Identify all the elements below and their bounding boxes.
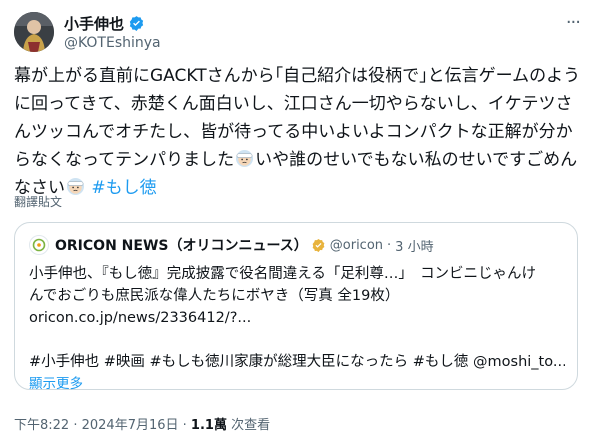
quoted-tweet-card[interactable]: ORICON NEWS（オリコンニュース） @oricon · 3 小時 小手伸… bbox=[14, 222, 578, 392]
translate-post-link[interactable]: 翻譯貼文 bbox=[14, 193, 62, 210]
quoted-timestamp[interactable]: 3 小時 bbox=[395, 236, 433, 255]
show-more-link[interactable]: 顯示更多 bbox=[29, 373, 565, 395]
more-options-button[interactable]: ··· bbox=[566, 14, 581, 32]
footer-separator: · bbox=[178, 418, 191, 433]
tweet-footer: 下午8:22 · 2024年7月16日 · 1.1萬 次查看 bbox=[14, 414, 270, 433]
quoted-tweet-header: ORICON NEWS（オリコンニュース） @oricon · 3 小時 bbox=[29, 235, 434, 255]
quoted-author-handle[interactable]: @oricon bbox=[330, 238, 383, 253]
quoted-hashtags-line: #小手伸也 #映画 #もしも徳川家康が総理大臣になったら #もし徳 @moshi… bbox=[29, 354, 565, 370]
quoted-tweet-text: 小手伸也、『もし徳』完成披露で役名間違える「足利尊…」 コンビニじゃんけ んでお… bbox=[29, 263, 565, 395]
quoted-text-line: 小手伸也、『もし徳』完成披露で役名間違える「足利尊…」 コンビニじゃんけ bbox=[29, 266, 537, 282]
hashtag-link[interactable]: #もし徳 bbox=[91, 178, 156, 198]
author-name-row[interactable]: 小手伸也 bbox=[64, 13, 145, 34]
oricon-logo-icon bbox=[32, 238, 46, 252]
oricon-avatar bbox=[29, 235, 49, 255]
quoted-text-line: んでおごりも庶民派な偉人たちにボヤき（写真 全19枚） bbox=[29, 288, 400, 304]
quoted-text-spacer bbox=[29, 329, 565, 351]
views-label: 次查看 bbox=[226, 418, 271, 433]
tweet-date[interactable]: 2024年7月16日 bbox=[82, 418, 179, 433]
quoted-author-name[interactable]: ORICON NEWS（オリコンニュース） bbox=[55, 235, 308, 255]
verified-badge-icon bbox=[312, 238, 325, 252]
tweet-time[interactable]: 下午8:22 bbox=[14, 418, 69, 433]
verified-badge-icon bbox=[129, 16, 144, 31]
author-display-name[interactable]: 小手伸也 bbox=[64, 13, 124, 34]
views-count: 1.1萬 bbox=[190, 418, 227, 433]
avatar[interactable] bbox=[14, 12, 54, 52]
tweet-text: 幕が上がる直前にGACKTさんから｢自己紹介は役柄で｣と伝言ゲームのように回って… bbox=[14, 62, 584, 202]
footer-separator: · bbox=[69, 418, 82, 433]
face-with-bandage-emoji bbox=[236, 149, 254, 168]
author-handle[interactable]: @KOTEshinya bbox=[64, 35, 161, 51]
quoted-link[interactable]: oricon.co.jp/news/2336412/?... bbox=[29, 307, 565, 329]
avatar-image bbox=[14, 12, 54, 52]
face-with-bandage-emoji bbox=[66, 177, 85, 196]
quoted-separator: · bbox=[387, 237, 392, 253]
